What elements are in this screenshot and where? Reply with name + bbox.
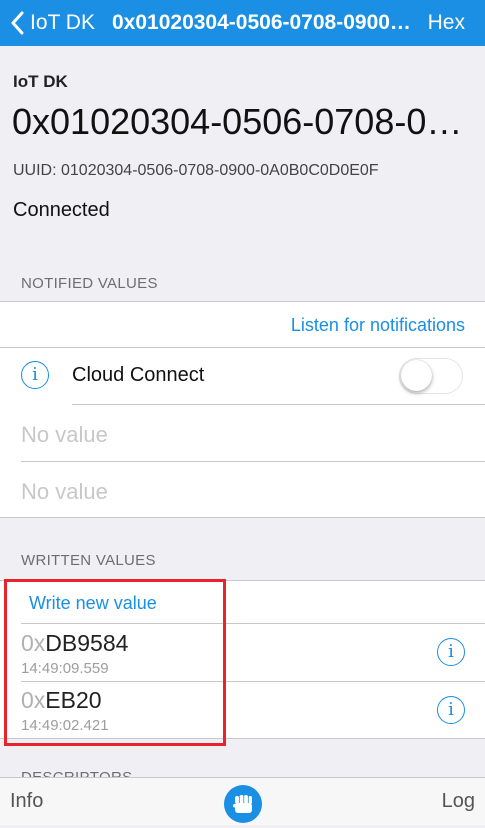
toggle-knob <box>401 360 432 391</box>
navigation-bar: IoT DK 0x01020304-0506-0708-0900-0A0B0C0… <box>0 0 485 46</box>
written-values-group: Write new value 0xDB9584 14:49:09.559 i … <box>0 580 485 739</box>
descriptors-header: DESCRIPTORS <box>21 769 132 777</box>
connection-status: Connected <box>13 199 110 221</box>
nav-title: 0x01020304-0506-0708-0900-0A0B0C0D0E0F <box>112 11 412 34</box>
hex-prefix: 0x <box>21 630 46 656</box>
notified-values-header: NOTIFIED VALUES <box>21 275 158 292</box>
device-name: IoT DK <box>13 72 68 91</box>
cloud-connect-label: Cloud Connect <box>72 364 205 386</box>
characteristic-title: 0x01020304-0506-0708-0900-0A0B0C0D0E0F <box>12 101 472 142</box>
info-icon[interactable]: i <box>437 696 465 724</box>
divider <box>21 681 485 682</box>
tab-bar: Info Log <box>0 777 485 825</box>
divider <box>21 623 485 624</box>
notified-values-group: Listen for notifications i Cloud Connect… <box>0 301 485 518</box>
info-icon[interactable]: i <box>21 361 49 389</box>
back-button[interactable]: IoT DK <box>0 0 95 46</box>
write-new-value-button[interactable]: Write new value <box>29 593 157 614</box>
divider <box>72 404 485 405</box>
cloud-connect-toggle[interactable] <box>399 358 463 394</box>
info-tab[interactable]: Info <box>10 778 43 825</box>
divider <box>0 347 485 348</box>
info-icon[interactable]: i <box>437 638 465 666</box>
characteristic-header: IoT DK 0x01020304-0506-0708-0900-0A0B0C0… <box>0 46 485 250</box>
center-tab-button[interactable] <box>224 785 262 823</box>
hex-prefix: 0x <box>21 687 46 713</box>
divider <box>21 461 485 462</box>
notified-value-placeholder: No value <box>21 479 108 504</box>
back-button-label: IoT DK <box>30 11 95 34</box>
written-timestamp: 14:49:09.559 <box>21 660 109 677</box>
fist-icon <box>233 795 252 813</box>
written-values-header: WRITTEN VALUES <box>21 552 156 569</box>
hex-button[interactable]: Hex <box>428 0 465 46</box>
written-value: 0xEB20 <box>21 687 102 714</box>
uuid-label: UUID: 01020304-0506-0708-0900-0A0B0C0D0E… <box>13 162 379 179</box>
log-tab[interactable]: Log <box>442 778 475 825</box>
listen-for-notifications-button[interactable]: Listen for notifications <box>291 315 465 336</box>
written-timestamp: 14:49:02.421 <box>21 717 109 734</box>
written-value-text: EB20 <box>45 687 102 713</box>
written-value-text: DB9584 <box>45 630 129 656</box>
chevron-left-icon <box>11 11 24 35</box>
written-value: 0xDB9584 <box>21 630 128 657</box>
notified-value-placeholder: No value <box>21 422 108 447</box>
